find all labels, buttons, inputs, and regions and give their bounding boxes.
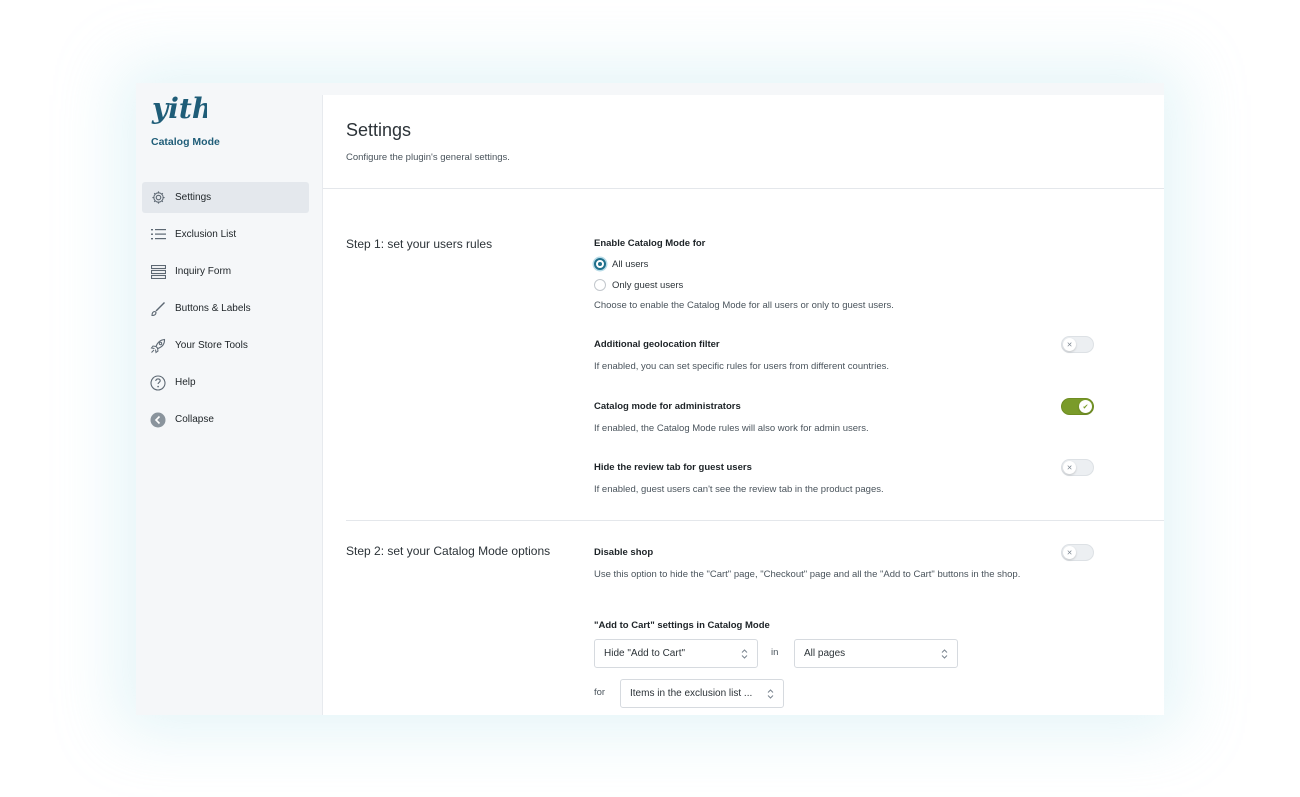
radio-guest-users[interactable]: Only guest users	[594, 278, 683, 292]
enable-for-label: Enable Catalog Mode for	[594, 238, 706, 249]
radio-button[interactable]	[594, 279, 606, 291]
radio-button[interactable]	[594, 258, 606, 270]
product-name: Catalog Mode	[151, 136, 220, 148]
pages-select[interactable]: All pages	[794, 639, 958, 668]
step1-title: Step 1: set your users rules	[346, 237, 493, 251]
sidebar-item-help[interactable]: Help	[142, 367, 309, 398]
chevron-updown-icon	[941, 649, 948, 659]
select-value: All pages	[804, 648, 846, 659]
header-divider	[323, 188, 1164, 189]
sidebar-item-exclusion-list[interactable]: Exclusion List	[142, 219, 309, 250]
collapse-icon	[150, 412, 166, 428]
svg-text:yith: yith	[151, 93, 207, 125]
admins-toggle[interactable]: ✔	[1061, 398, 1094, 415]
section-divider	[346, 520, 1164, 521]
sidebar-nav: Settings Exclusion List Inquiry Form But…	[142, 182, 309, 441]
review-tab-toggle[interactable]: ✕	[1061, 459, 1094, 476]
geolocation-label: Additional geolocation filter	[594, 339, 720, 350]
chevron-updown-icon	[767, 689, 774, 699]
radio-all-users[interactable]: All users	[594, 257, 648, 271]
sidebar-item-settings[interactable]: Settings	[142, 182, 309, 213]
for-label: for	[594, 687, 606, 698]
target-items-select[interactable]: Items in the exclusion list ...	[620, 679, 784, 708]
page-subtitle: Configure the plugin's general settings.	[346, 152, 510, 163]
sidebar-item-buttons-labels[interactable]: Buttons & Labels	[142, 293, 309, 324]
add-to-cart-action-select[interactable]: Hide "Add to Cart"	[594, 639, 758, 668]
radio-label: Only guest users	[612, 279, 684, 291]
gear-icon	[150, 190, 166, 206]
sidebar-item-label: Settings	[175, 192, 212, 203]
enable-for-desc: Choose to enable the Catalog Mode for al…	[594, 300, 894, 311]
rocket-icon	[150, 338, 166, 354]
app-window: yith Catalog Mode Settings Exclusion Lis…	[136, 83, 1164, 715]
close-icon: ✕	[1063, 546, 1076, 559]
chevron-updown-icon	[741, 649, 748, 659]
help-icon	[150, 374, 166, 391]
sidebar-item-label: Your Store Tools	[175, 340, 248, 351]
sidebar-item-label: Inquiry Form	[175, 266, 232, 277]
select-value: Items in the exclusion list ...	[630, 688, 753, 699]
sidebar-item-collapse[interactable]: Collapse	[142, 404, 309, 435]
sidebar-item-store-tools[interactable]: Your Store Tools	[142, 330, 309, 361]
settings-panel: Settings Configure the plugin's general …	[322, 95, 1164, 715]
disable-shop-toggle[interactable]: ✕	[1061, 544, 1094, 561]
add-to-cart-settings-label: "Add to Cart" settings in Catalog Mode	[594, 620, 770, 631]
admins-desc: If enabled, the Catalog Mode rules will …	[594, 423, 869, 434]
brush-icon	[150, 301, 166, 317]
review-tab-desc: If enabled, guest users can't see the re…	[594, 484, 884, 495]
geolocation-toggle[interactable]: ✕	[1061, 336, 1094, 353]
sidebar-item-label: Collapse	[175, 414, 214, 425]
select-value: Hide "Add to Cart"	[604, 648, 686, 659]
disable-shop-desc: Use this option to hide the "Cart" page,…	[594, 569, 1021, 580]
sidebar-item-label: Exclusion List	[175, 229, 237, 240]
sidebar-item-label: Help	[175, 377, 196, 388]
in-label: in	[771, 647, 779, 658]
list-icon	[150, 227, 166, 243]
sidebar-item-label: Buttons & Labels	[175, 303, 251, 314]
review-tab-label: Hide the review tab for guest users	[594, 462, 752, 473]
radio-label: All users	[612, 258, 649, 270]
close-icon: ✕	[1063, 338, 1076, 351]
geolocation-desc: If enabled, you can set specific rules f…	[594, 361, 889, 372]
page-title: Settings	[346, 120, 412, 140]
close-icon: ✕	[1063, 461, 1076, 474]
sidebar: yith Catalog Mode Settings Exclusion Lis…	[136, 83, 322, 715]
disable-shop-label: Disable shop	[594, 547, 654, 558]
yith-logo: yith	[151, 93, 207, 125]
form-icon	[150, 264, 166, 280]
sidebar-item-inquiry-form[interactable]: Inquiry Form	[142, 256, 309, 287]
admins-label: Catalog mode for administrators	[594, 401, 741, 412]
step2-title: Step 2: set your Catalog Mode options	[346, 544, 551, 558]
check-icon: ✔	[1079, 400, 1092, 413]
